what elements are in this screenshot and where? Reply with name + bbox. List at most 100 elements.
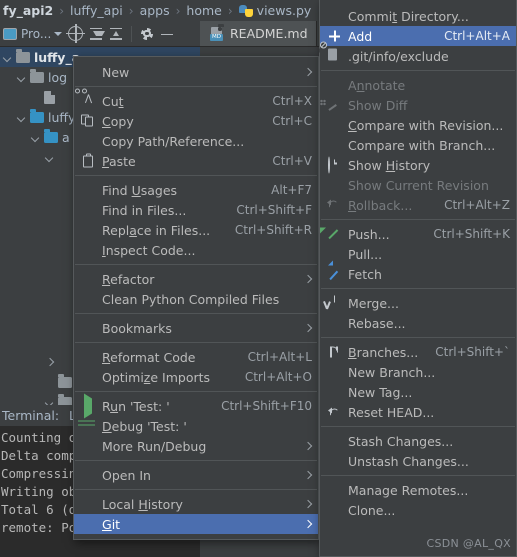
context-menu-item-copy-path-reference[interactable]: Copy Path/Reference... — [74, 131, 318, 151]
project-view-selector[interactable]: Pro... — [0, 21, 65, 47]
context-menu-item-refactor[interactable]: Refactor — [74, 269, 318, 289]
menu-separator — [321, 426, 515, 427]
tab-readme[interactable]: MD README.md — [200, 21, 317, 46]
chevron-right-icon[interactable] — [44, 357, 55, 368]
menu-separator — [75, 264, 317, 265]
hide-panel-button[interactable] — [157, 21, 177, 47]
context-menu-item-git[interactable]: Git — [74, 514, 318, 534]
breadcrumb-item-1[interactable]: fy_api2 — [2, 3, 54, 18]
menu-item-shortcut: Ctrl+Shift+K — [433, 227, 510, 241]
menu-item-label: Clean Python Compiled Files — [102, 291, 280, 307]
menu-item-label: Compare with Branch... — [348, 137, 496, 153]
context-menu-item-cut[interactable]: Cut Ctrl+X — [74, 88, 318, 111]
menu-separator — [75, 313, 317, 314]
git-menu-item-fetch[interactable]: Fetch — [320, 264, 516, 284]
menu-item-label: New — [102, 64, 130, 80]
chevron-down-icon[interactable] — [30, 132, 41, 143]
menu-item-label: Unstash Changes... — [348, 453, 469, 469]
git-menu-item-git-info-exclude[interactable]: .git/info/exclude — [319, 41, 516, 66]
menu-separator — [75, 86, 317, 87]
context-menu-item-debug-test[interactable]: Debug 'Test: ' — [74, 416, 318, 436]
context-menu-item-reformat-code[interactable]: Reformat Code Ctrl+Alt+L — [74, 347, 318, 367]
folder-icon — [58, 394, 72, 405]
git-menu-item-unstash-changes[interactable]: Unstash Changes... — [320, 451, 516, 471]
git-menu-item-show-history[interactable]: Show History — [320, 155, 516, 175]
project-toolbar: Pro... — [0, 21, 200, 47]
git-menu-item-compare-with-branch[interactable]: Compare with Branch... — [320, 135, 516, 155]
menu-item-label: Show History — [348, 157, 431, 173]
breadcrumb-label: views.py — [256, 3, 312, 18]
context-menu-item-run-test[interactable]: Run 'Test: ' Ctrl+Shift+F10 — [74, 393, 318, 419]
context-menu-item-find-usages[interactable]: Find Usages Alt+F7 — [74, 180, 318, 200]
rollback-icon — [327, 198, 342, 213]
locate-file-button[interactable] — [65, 21, 86, 47]
git-menu-item-rebase[interactable]: Rebase... — [320, 313, 516, 333]
chevron-down-icon[interactable] — [16, 112, 27, 123]
context-menu-item-local-history[interactable]: Local History — [74, 494, 318, 514]
context-menu-item-replace-in-files[interactable]: Replace in Files... Ctrl+Shift+R — [74, 220, 318, 240]
menu-item-shortcut: Ctrl+X — [272, 94, 312, 108]
menu-item-label: Clone... — [348, 502, 396, 518]
context-menu-item-copy[interactable]: Copy Ctrl+C — [74, 111, 318, 131]
git-menu-item-pull[interactable]: Pull... — [320, 244, 516, 264]
git-menu-item-stash-changes[interactable]: Stash Changes... — [320, 431, 516, 451]
breadcrumb-item-3[interactable]: apps — [139, 3, 171, 18]
menu-separator — [75, 342, 317, 343]
git-menu-item-commit-directory[interactable]: Commit Directory... — [320, 6, 516, 26]
git-menu-item-merge[interactable]: Merge... — [320, 293, 516, 313]
markdown-file-icon: MD — [210, 24, 224, 41]
chevron-down-icon[interactable] — [16, 72, 27, 83]
context-menu-item-more-run-debug[interactable]: More Run/Debug — [74, 436, 318, 456]
context-menu-item-inspect-code[interactable]: Inspect Code... — [74, 240, 318, 260]
breadcrumb-item-5[interactable]: views.py — [238, 3, 313, 18]
menu-separator — [321, 219, 515, 220]
expand-all-button[interactable] — [86, 21, 106, 47]
git-menu-item-clone[interactable]: Clone... — [320, 500, 516, 520]
breadcrumb-label: fy_api2 — [3, 3, 54, 18]
menu-item-shortcut: Ctrl+V — [272, 154, 312, 168]
menu-item-label: Rollback... — [348, 197, 413, 213]
chevron-down-icon[interactable] — [44, 397, 55, 406]
chevron-down-icon[interactable] — [2, 52, 13, 63]
menu-item-label: Compare with Revision... — [348, 117, 504, 133]
chevron-down-icon[interactable] — [44, 152, 55, 163]
menu-item-label: Replace in Files... — [102, 222, 211, 238]
menu-item-shortcut: Ctrl+Alt+Z — [444, 198, 510, 212]
breadcrumb-label: luffy_api — [70, 3, 123, 18]
git-menu-item-add[interactable]: Add Ctrl+Alt+A — [320, 26, 516, 46]
context-menu-item-new[interactable]: New — [74, 62, 318, 82]
context-menu-item-clean-python-compiled-files[interactable]: Clean Python Compiled Files — [74, 289, 318, 309]
context-menu-item-open-in[interactable]: Open In — [74, 465, 318, 485]
menu-item-label: Manage Remotes... — [348, 482, 469, 498]
context-menu-item-bookmarks[interactable]: Bookmarks — [74, 318, 318, 338]
git-menu-item-manage-remotes[interactable]: Manage Remotes... — [320, 480, 516, 500]
menu-item-label: Copy — [102, 113, 134, 129]
git-submenu[interactable]: Commit Directory... Add Ctrl+Alt+A .git/inf… — [319, 0, 517, 557]
git-menu-item-branches[interactable]: Branches... Ctrl+Shift+` — [320, 342, 516, 362]
context-menu[interactable]: New Cut Ctrl+X Copy Ctrl+C Copy Path/Referenc… — [73, 56, 319, 540]
menu-separator — [321, 288, 515, 289]
menu-separator — [75, 391, 317, 392]
git-menu-item-push[interactable]: Push... Ctrl+Shift+K — [320, 224, 516, 244]
push-icon — [327, 227, 342, 242]
collapse-all-button[interactable] — [106, 21, 126, 47]
context-menu-item-find-in-files[interactable]: Find in Files... Ctrl+Shift+F — [74, 200, 318, 220]
git-menu-item-new-tag[interactable]: New Tag... — [320, 382, 516, 402]
context-menu-item-optimize-imports[interactable]: Optimize Imports Ctrl+Alt+O — [74, 367, 318, 387]
context-menu-item-paste[interactable]: Paste Ctrl+V — [74, 151, 318, 171]
menu-item-label: More Run/Debug — [102, 438, 207, 454]
menu-item-label: Git — [102, 516, 121, 532]
menu-item-label: Fetch — [348, 266, 382, 282]
menu-item-label: Show Diff — [348, 97, 408, 113]
settings-button[interactable] — [137, 21, 157, 47]
git-menu-item-compare-with-revision[interactable]: Compare with Revision... — [320, 115, 516, 135]
tree-item-label: luffy — [48, 109, 76, 125]
menu-item-label: Find Usages — [102, 182, 178, 198]
cut-icon — [75, 88, 96, 109]
git-menu-item-new-branch[interactable]: New Branch... — [320, 362, 516, 382]
tree-item-label: a — [62, 129, 70, 145]
git-menu-item-reset-head[interactable]: Reset HEAD... — [320, 402, 516, 422]
clock-icon — [327, 156, 342, 174]
breadcrumb-item-2[interactable]: luffy_api — [69, 3, 124, 18]
breadcrumb-item-4[interactable]: home — [185, 3, 222, 18]
